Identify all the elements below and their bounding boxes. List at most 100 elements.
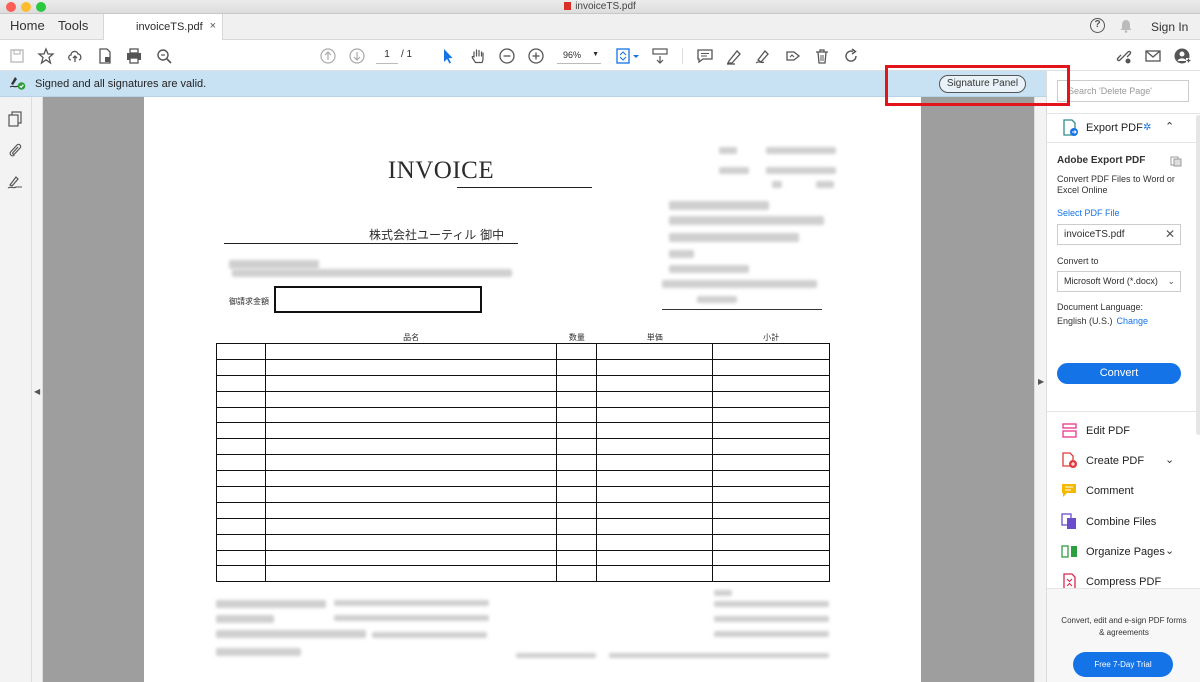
blurred-text <box>697 296 737 303</box>
table-cell <box>264 358 558 376</box>
invoice-title: INVOICE <box>387 157 495 184</box>
chevron-up-icon[interactable]: ⌃ <box>1165 120 1174 133</box>
select-pdf-file-link[interactable]: Select PDF File <box>1057 208 1120 218</box>
blurred-text <box>669 201 769 210</box>
create-pdf-label: Create PDF <box>1086 455 1145 467</box>
send-for-signature-icon[interactable] <box>783 46 803 66</box>
selected-file-name: invoiceTS.pdf <box>1064 229 1125 240</box>
right-panel-toggle[interactable]: ▶ <box>1034 97 1046 682</box>
zoom-in-icon[interactable] <box>526 46 546 66</box>
table-header-item: 品名 <box>403 333 420 342</box>
help-icon[interactable]: ? <box>1090 18 1105 33</box>
table-header-spacer <box>217 332 266 344</box>
format-select[interactable]: Microsoft Word (*.docx) ⌄ <box>1057 271 1181 292</box>
redo-icon[interactable] <box>841 46 861 66</box>
convert-button[interactable]: Convert <box>1057 363 1181 384</box>
print-icon[interactable] <box>124 46 144 66</box>
signature-panel-icon[interactable] <box>7 174 23 193</box>
tab-home[interactable]: Home <box>10 18 45 33</box>
chevron-down-icon[interactable]: ⌄ <box>1165 544 1174 557</box>
previous-page-icon[interactable] <box>318 46 338 66</box>
change-language-link[interactable]: Change <box>1117 316 1149 326</box>
customer-name: 株式会社ユーティル 御中 <box>369 228 505 242</box>
table-cell <box>712 501 830 519</box>
email-icon[interactable] <box>1143 46 1163 66</box>
hand-tool-icon[interactable] <box>468 46 488 66</box>
left-panel-toggle[interactable]: ◀ <box>32 97 43 682</box>
free-trial-button[interactable]: Free 7-Day Trial <box>1073 652 1173 677</box>
zoom-out-icon[interactable] <box>497 46 517 66</box>
table-cell <box>216 454 266 472</box>
table-row <box>216 565 830 583</box>
share-link-icon[interactable] <box>1114 46 1134 66</box>
clear-file-icon[interactable]: ✕ <box>1165 225 1175 244</box>
signature-status-message: Signed and all signatures are valid. <box>35 78 207 90</box>
table-cell <box>556 533 598 551</box>
comment-icon[interactable] <box>695 46 715 66</box>
info-gear-icon[interactable]: ✲ <box>1143 122 1151 133</box>
tools-right-panel: Search 'Delete Page' Export PDF ✲ ⌃ Adob… <box>1046 71 1200 682</box>
export-pdf-header[interactable]: Export PDF ✲ ⌃ <box>1047 113 1200 143</box>
table-header-subtotal: 小計 <box>763 333 780 342</box>
sign-in-link[interactable]: Sign In <box>1151 20 1188 34</box>
table-cell <box>556 501 598 519</box>
select-cursor-icon[interactable] <box>438 46 458 66</box>
document-viewport[interactable]: INVOICE 株式会社ユーティル 御中 御請求金額 品名 数量 単価 小計 <box>43 97 1034 682</box>
next-page-icon[interactable] <box>347 46 367 66</box>
document-language-label: Document Language: <box>1057 302 1144 312</box>
export-pdf-label: Export PDF <box>1086 122 1143 134</box>
tool-organize-pages[interactable]: Organize Pages ⌄ <box>1047 541 1200 563</box>
table-cell <box>596 390 714 408</box>
trash-icon[interactable] <box>812 46 832 66</box>
tool-combine-files[interactable]: Combine Files <box>1047 511 1200 533</box>
trial-promo: Convert, edit and e-sign PDF forms & agr… <box>1047 588 1200 682</box>
bookmark-star-icon[interactable] <box>36 46 56 66</box>
page-thumbnails-icon[interactable] <box>7 111 23 130</box>
fit-page-icon[interactable] <box>615 46 641 66</box>
page-total: / 1 <box>401 49 413 60</box>
tools-search-input[interactable]: Search 'Delete Page' <box>1057 80 1189 102</box>
table-cell <box>264 374 558 392</box>
protect-file-icon[interactable] <box>95 46 115 66</box>
selected-file-field[interactable]: invoiceTS.pdf ✕ <box>1057 224 1181 245</box>
attachment-paperclip-icon[interactable] <box>7 142 23 161</box>
fill-sign-icon[interactable] <box>753 46 773 66</box>
tab-tools[interactable]: Tools <box>58 18 88 33</box>
chevron-right-icon: ▶ <box>1038 377 1045 386</box>
table-cell <box>216 549 266 567</box>
tab-document[interactable]: invoiceTS.pdf × <box>103 14 223 40</box>
table-cell <box>264 438 558 456</box>
blurred-text <box>772 181 782 188</box>
table-row <box>216 501 830 519</box>
page-number-input[interactable]: 1 <box>376 48 398 64</box>
blurred-text <box>334 600 489 606</box>
chevron-left-icon: ◀ <box>34 387 41 396</box>
table-cell <box>556 390 598 408</box>
bell-icon[interactable] <box>1119 19 1133 36</box>
table-cell <box>264 406 558 424</box>
search-zoom-icon[interactable] <box>154 46 174 66</box>
table-cell <box>216 406 266 424</box>
table-cell <box>556 422 598 440</box>
zoom-level-dropdown[interactable]: 96% ▼ <box>557 48 601 64</box>
save-icon[interactable] <box>7 46 27 66</box>
table-cell <box>712 454 830 472</box>
scrolling-mode-icon[interactable] <box>650 46 670 66</box>
highlight-pen-icon[interactable] <box>724 46 744 66</box>
close-tab-icon[interactable]: × <box>210 20 216 32</box>
add-user-icon[interactable] <box>1172 46 1192 66</box>
table-cell <box>264 454 558 472</box>
blurred-text <box>609 653 829 658</box>
table-cell <box>596 486 714 503</box>
upload-cloud-icon[interactable] <box>65 46 85 66</box>
blurred-text <box>714 590 732 596</box>
table-cell <box>556 374 598 392</box>
tool-create-pdf[interactable]: Create PDF ⌄ <box>1047 450 1200 472</box>
tool-comment[interactable]: Comment <box>1047 480 1200 502</box>
right-panel-scrollbar[interactable] <box>1196 115 1200 435</box>
table-cell <box>216 438 266 456</box>
tool-edit-pdf[interactable]: Edit PDF <box>1047 420 1200 442</box>
table-cell <box>596 454 714 472</box>
table-cell <box>556 343 598 360</box>
chevron-down-icon[interactable]: ⌄ <box>1165 453 1174 466</box>
